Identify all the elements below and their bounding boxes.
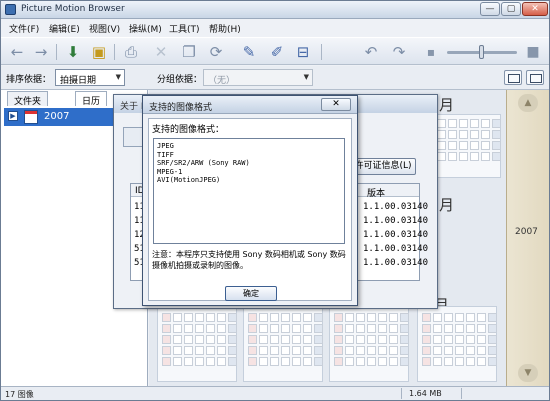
dialog-close-button[interactable]: ✕: [321, 98, 351, 111]
rotate-icon[interactable]: ⟳: [206, 42, 226, 62]
title-bar: Picture Motion Browser — ▢ ✕: [1, 1, 549, 19]
grid-view-button[interactable]: [526, 70, 544, 85]
month-days-grid: [248, 313, 323, 366]
month-title: 月: [439, 96, 455, 114]
group-label: 分组依据：: [157, 75, 203, 85]
year-strip: ▲ 2007 ▼: [506, 90, 549, 386]
month-days-grid: [162, 313, 237, 366]
status-separator: [461, 388, 462, 399]
formats-list[interactable]: JPEG TIFF SRF/SR2/ARW (Sony RAW) MPEG-1 …: [153, 138, 345, 244]
close-button[interactable]: ✕: [522, 2, 548, 16]
sort-bar: 排序依据： 拍摄日期 ▼ 分组依据： （无） ▼: [1, 66, 549, 90]
format-item: MPEG-1: [157, 167, 183, 176]
forward-arrow-icon[interactable]: →: [31, 42, 51, 62]
toolbar-separator: [321, 44, 322, 60]
tab-folders[interactable]: 文件夹: [7, 91, 49, 107]
menu-help[interactable]: 帮助(H): [209, 22, 241, 35]
table-cell-version: 1.1.00.03140: [363, 216, 429, 226]
chevron-down-icon: ▼: [303, 73, 309, 81]
toolbar-separator: [114, 44, 115, 60]
chevron-down-icon: ▼: [115, 73, 121, 81]
formats-dialog: 支持的图像格式 ✕ 支持的图像格式： JPEG TIFF SRF/SR2/ARW…: [142, 95, 358, 306]
formats-heading: 支持的图像格式：: [152, 125, 225, 135]
menu-tools[interactable]: 工具(T): [169, 22, 200, 35]
total-size: 1.64 MB: [409, 389, 442, 398]
app-icon: [5, 4, 16, 15]
menu-bar: 文件(F) 编辑(E) 视图(V) 操纵(M) 工具(T) 帮助(H): [1, 20, 549, 36]
window-title: Picture Motion Browser: [21, 4, 125, 14]
sort-select[interactable]: 拍摄日期 ▼: [55, 69, 125, 86]
month-panel[interactable]: [243, 306, 323, 382]
month-panel[interactable]: [157, 306, 237, 382]
format-item: SRF/SR2/ARW (Sony RAW): [157, 159, 250, 167]
scroll-up-button[interactable]: ▲: [518, 94, 538, 112]
year-label[interactable]: 2007: [515, 227, 538, 237]
maximize-button[interactable]: ▢: [501, 2, 521, 16]
main-window: Picture Motion Browser — ▢ ✕ 文件(F) 编辑(E)…: [0, 0, 550, 401]
calendar-icon: [24, 110, 38, 124]
tool-icon[interactable]: ✐: [267, 42, 287, 62]
formats-dialog-title: 支持的图像格式: [149, 103, 213, 113]
month-panel[interactable]: [329, 306, 409, 382]
month-days-grid: [422, 313, 497, 366]
rotate-left-icon[interactable]: ↶: [361, 42, 381, 62]
zoom-slider-thumb[interactable]: [479, 45, 484, 59]
zoom-large-icon: ■: [526, 44, 540, 60]
sort-select-value: 拍摄日期: [60, 76, 97, 86]
zoom-small-icon: ▪: [426, 45, 436, 59]
format-item: TIFF: [157, 150, 174, 159]
back-arrow-icon[interactable]: ←: [7, 42, 27, 62]
tab-calendar[interactable]: 日历: [75, 91, 108, 107]
status-separator: [401, 388, 402, 399]
group-select[interactable]: （无） ▼: [203, 69, 313, 86]
license-info-button[interactable]: 许可证信息(L): [350, 158, 416, 175]
expand-arrow-icon[interactable]: ▶: [8, 111, 18, 121]
minimize-button[interactable]: —: [480, 2, 500, 16]
toolbar-separator: [56, 44, 57, 60]
table-cell-version: 1.1.00.03140: [363, 244, 429, 254]
formats-note: 注意：本程序只支持使用 Sony 数码相机或 Sony 数码摄像机拍摄或录制的图…: [152, 250, 346, 270]
folder-add-icon[interactable]: ▣: [89, 42, 109, 62]
table-cell-version: 1.1.00.03140: [363, 202, 429, 212]
table-cell-version: 1.1.00.03140: [363, 230, 429, 240]
month-panel[interactable]: [417, 306, 497, 382]
menu-operate[interactable]: 操纵(M): [129, 22, 162, 35]
single-view-button[interactable]: [504, 70, 522, 85]
rotate-right-icon[interactable]: ↷: [389, 42, 409, 62]
format-item: JPEG: [157, 142, 174, 150]
delete-icon[interactable]: ✕: [151, 42, 171, 62]
format-item: AVI(MotionJPEG): [157, 176, 221, 184]
group-select-value: （无）: [208, 76, 236, 86]
print-icon[interactable]: ⎙: [121, 42, 141, 62]
menu-view[interactable]: 视图(V): [89, 22, 120, 35]
menu-file[interactable]: 文件(F): [9, 22, 39, 35]
column-header-version: 版本: [363, 184, 419, 199]
scroll-down-button[interactable]: ▼: [518, 364, 538, 382]
month-title: 月: [439, 196, 455, 214]
toolbar: ← → ⬇ ▣ ⎙ ✕ ❐ ⟳ ✎ ✐ ⊟ ↶ ↷ ▪ ■: [1, 37, 549, 65]
ok-button[interactable]: 确定: [225, 286, 277, 301]
formats-title-bar: 支持的图像格式 ✕: [143, 96, 357, 114]
status-bar: 17 图像 1.64 MB: [1, 386, 549, 400]
menu-edit[interactable]: 编辑(E): [49, 22, 80, 35]
slideshow-icon[interactable]: ⊟: [293, 42, 313, 62]
tree-item-label: 2007: [44, 111, 70, 122]
import-icon[interactable]: ⬇: [63, 42, 83, 62]
edit-icon[interactable]: ✎: [239, 42, 259, 62]
table-cell-version: 1.1.00.03140: [363, 258, 429, 268]
month-days-grid: [334, 313, 409, 366]
sort-label: 排序依据：: [6, 75, 52, 85]
copy-icon[interactable]: ❐: [179, 42, 199, 62]
image-count: 17 图像: [5, 390, 34, 399]
